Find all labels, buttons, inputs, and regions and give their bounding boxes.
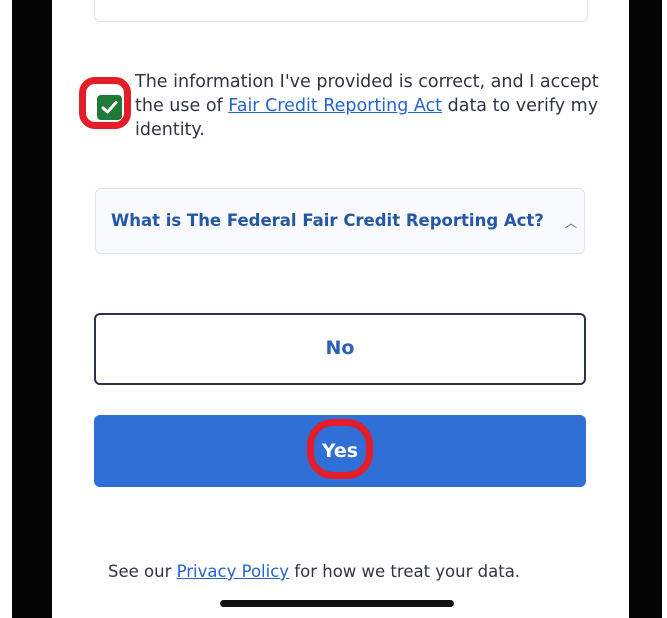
left-black-bar — [12, 0, 52, 618]
right-black-bar — [629, 0, 662, 618]
no-button[interactable]: No — [94, 313, 586, 385]
privacy-policy-link[interactable]: Privacy Policy — [177, 562, 289, 581]
previous-input-field[interactable] — [94, 0, 588, 22]
footer-text-after: for how we treat your data. — [289, 562, 521, 581]
consent-text: The information I've provided is correct… — [135, 70, 600, 142]
yes-highlight-circle — [307, 419, 373, 479]
footer-text-before: See our — [108, 562, 177, 581]
checkbox-highlight-circle — [79, 77, 131, 129]
phone-screen: The information I've provided is correct… — [52, 0, 629, 618]
fcra-accordion[interactable]: What is The Federal Fair Credit Reportin… — [95, 188, 585, 254]
fcra-link[interactable]: Fair Credit Reporting Act — [228, 96, 442, 116]
privacy-footer: See our Privacy Policy for how we treat … — [108, 562, 520, 581]
home-indicator — [220, 600, 454, 607]
accordion-title: What is The Federal Fair Credit Reportin… — [111, 211, 544, 230]
chevron-up-icon: ︿ — [565, 216, 578, 230]
